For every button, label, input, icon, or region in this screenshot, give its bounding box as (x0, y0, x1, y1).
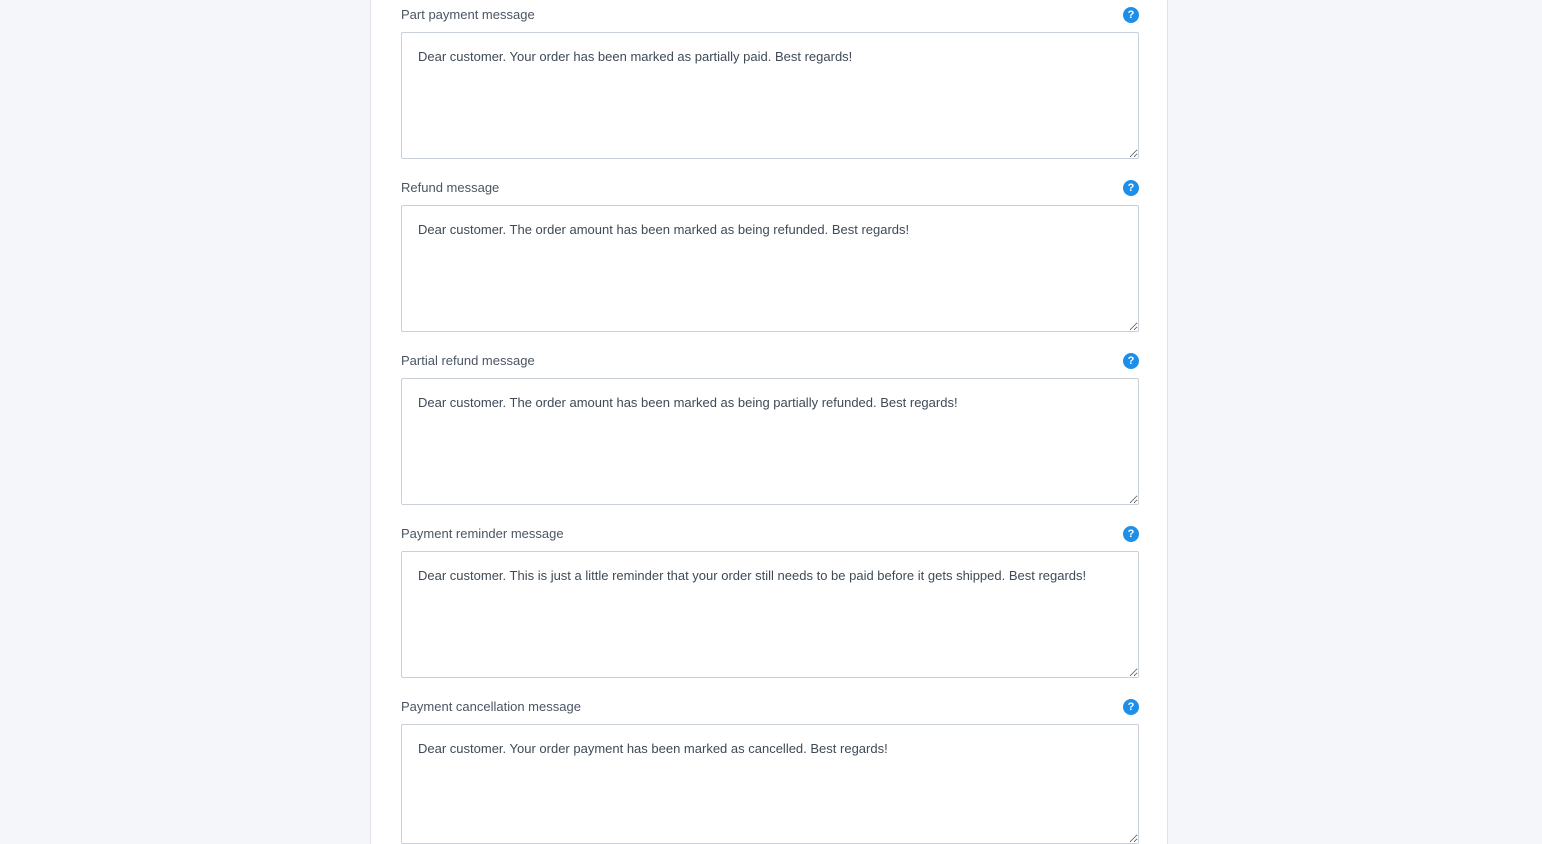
payment-cancellation-message-field: Payment cancellation message ? Dear cust… (401, 692, 1139, 844)
field-header: Payment reminder message ? (401, 519, 1139, 542)
payment-reminder-message-field: Payment reminder message ? Dear customer… (401, 519, 1139, 678)
payment-cancellation-message-label: Payment cancellation message (401, 699, 581, 714)
field-header: Refund message ? (401, 173, 1139, 196)
payment-cancellation-message-textarea[interactable]: Dear customer. Your order payment has be… (401, 724, 1139, 844)
refund-message-field: Refund message ? Dear customer. The orde… (401, 173, 1139, 332)
refund-message-textarea[interactable]: Dear customer. The order amount has been… (401, 205, 1139, 332)
payment-reminder-message-textarea[interactable]: Dear customer. This is just a little rem… (401, 551, 1139, 678)
part-payment-message-label: Part payment message (401, 7, 535, 22)
partial-refund-message-textarea[interactable]: Dear customer. The order amount has been… (401, 378, 1139, 505)
help-icon[interactable]: ? (1123, 180, 1139, 196)
help-icon[interactable]: ? (1123, 526, 1139, 542)
help-icon[interactable]: ? (1123, 7, 1139, 23)
part-payment-message-field: Part payment message ? Dear customer. Yo… (401, 0, 1139, 159)
field-header: Part payment message ? (401, 0, 1139, 23)
field-header: Partial refund message ? (401, 346, 1139, 369)
part-payment-message-textarea[interactable]: Dear customer. Your order has been marke… (401, 32, 1139, 159)
help-icon[interactable]: ? (1123, 699, 1139, 715)
partial-refund-message-field: Partial refund message ? Dear customer. … (401, 346, 1139, 505)
field-header: Payment cancellation message ? (401, 692, 1139, 715)
settings-panel: Part payment message ? Dear customer. Yo… (370, 0, 1168, 844)
payment-reminder-message-label: Payment reminder message (401, 526, 564, 541)
help-icon[interactable]: ? (1123, 353, 1139, 369)
refund-message-label: Refund message (401, 180, 500, 195)
partial-refund-message-label: Partial refund message (401, 353, 535, 368)
